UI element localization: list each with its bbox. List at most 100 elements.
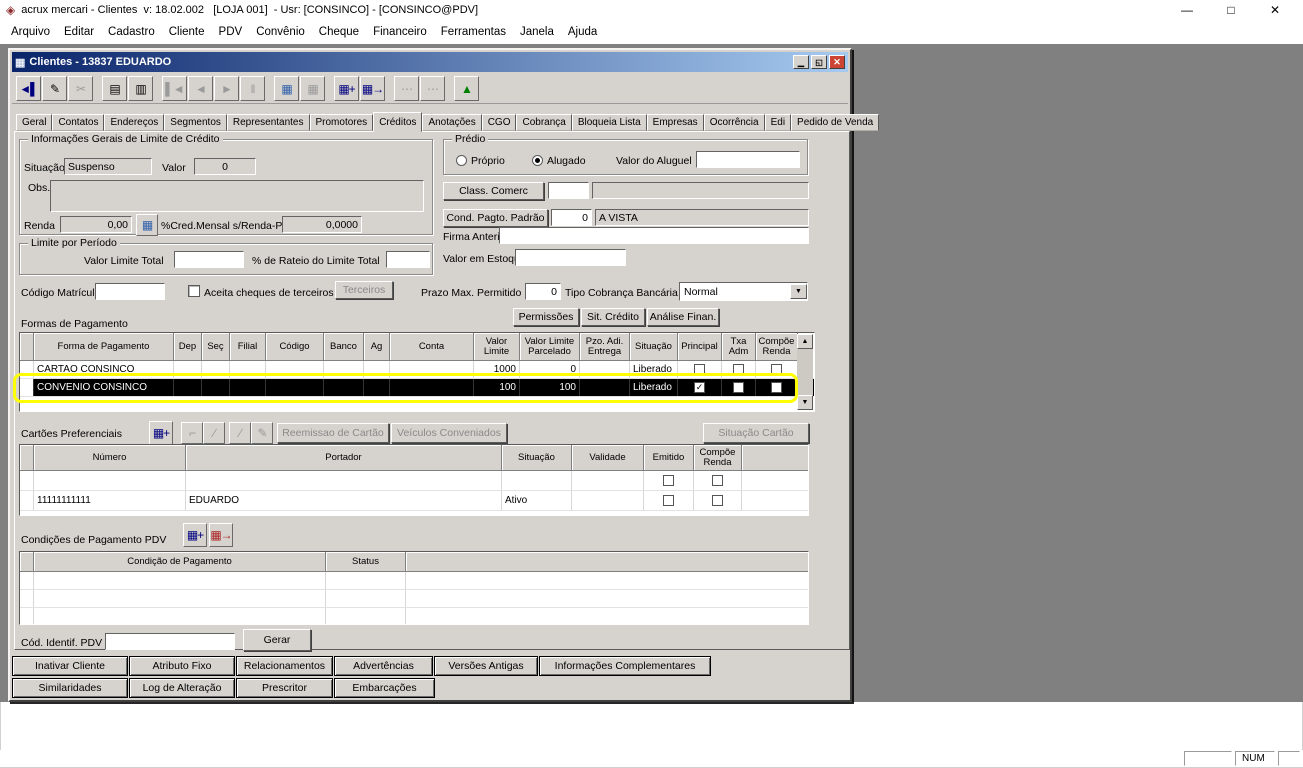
firma-anterior-field[interactable] bbox=[499, 227, 809, 244]
child-restore-button[interactable]: ◱ bbox=[811, 55, 827, 69]
advertencias-button[interactable]: Advertências bbox=[334, 656, 433, 676]
codigo-matricula-field[interactable] bbox=[95, 283, 165, 300]
cartoes-header-emitido[interactable]: Emitido bbox=[644, 445, 694, 471]
formas-header-filial[interactable]: Filial bbox=[230, 333, 266, 361]
toolbar-cut-button[interactable]: ✂ bbox=[68, 76, 93, 101]
tipo-cobranca-select[interactable]: Normal ▼ bbox=[679, 282, 808, 301]
clientes-window-titlebar[interactable]: ▦ Clientes - 13837 EDUARDO ▁ ◱ ✕ bbox=[12, 52, 848, 72]
toolbar-prior-record-button[interactable]: ◄ bbox=[188, 76, 213, 101]
tab-enderecos[interactable]: Endereços bbox=[104, 114, 164, 131]
obs-textarea[interactable] bbox=[50, 180, 424, 212]
similaridades-button[interactable]: Similaridades bbox=[12, 678, 128, 698]
toolbar-pause-button[interactable]: ‖ bbox=[240, 76, 265, 101]
valor-limite-field[interactable]: 0 bbox=[194, 158, 256, 175]
toolbar-exit-button[interactable]: ◄▌ bbox=[16, 76, 41, 101]
valor-aluguel-field[interactable] bbox=[696, 151, 800, 168]
condicoes-empty-row[interactable] bbox=[20, 590, 808, 608]
toolbar-post-record-button[interactable]: ▦→ bbox=[360, 76, 385, 101]
txa-adm-checkbox[interactable] bbox=[733, 364, 744, 375]
toolbar-grid-view-button[interactable]: ▦ bbox=[274, 76, 299, 101]
tab-creditos[interactable]: Créditos bbox=[373, 112, 422, 132]
prescritor-button[interactable]: Prescritor bbox=[236, 678, 333, 698]
formas-row[interactable]: CARTAO CONSINCO 1000 0 Liberado bbox=[20, 361, 814, 379]
condicoes-empty-row[interactable] bbox=[20, 608, 808, 625]
tab-pedido-de-venda[interactable]: Pedido de Venda bbox=[791, 114, 879, 131]
analise-finan-button[interactable]: Análise Finan. bbox=[647, 308, 719, 326]
gerar-button[interactable]: Gerar bbox=[243, 629, 311, 651]
app-titlebar[interactable]: ◈ acrux mercari - Clientes v: 18.02.002 … bbox=[0, 0, 1303, 20]
class-comerc-desc-field[interactable] bbox=[592, 182, 809, 199]
emitido-checkbox[interactable] bbox=[663, 495, 674, 506]
formas-header-banco[interactable]: Banco bbox=[324, 333, 364, 361]
menu-ajuda[interactable]: Ajuda bbox=[561, 22, 604, 42]
sit-credito-button[interactable]: Sit. Crédito bbox=[581, 308, 645, 326]
relacionamentos-button[interactable]: Relacionamentos bbox=[236, 656, 333, 676]
compoe-renda-checkbox[interactable] bbox=[771, 382, 782, 393]
chevron-down-icon[interactable]: ▼ bbox=[790, 284, 807, 299]
scrollbar-track[interactable] bbox=[797, 349, 813, 395]
app-minimize-button[interactable]: — bbox=[1165, 0, 1209, 20]
formas-header-pzo-adi-entrega[interactable]: Pzo. Adi. Entrega bbox=[580, 333, 630, 361]
tab-anotacoes[interactable]: Anotações bbox=[422, 114, 481, 131]
alugado-radio[interactable] bbox=[532, 155, 543, 166]
emitido-checkbox[interactable] bbox=[663, 475, 674, 486]
scroll-up-button[interactable]: ▲ bbox=[797, 334, 813, 349]
tab-promotores[interactable]: Promotores bbox=[310, 114, 374, 131]
renda-field[interactable]: 0,00 bbox=[60, 216, 132, 233]
toolbar-extra1-button[interactable]: ⋯ bbox=[394, 76, 419, 101]
renda-calc-button[interactable]: ▦ bbox=[136, 214, 158, 236]
tab-geral[interactable]: Geral bbox=[16, 114, 52, 131]
compoe-renda-checkbox[interactable] bbox=[712, 495, 723, 506]
menu-cadastro[interactable]: Cadastro bbox=[101, 22, 162, 42]
cartoes-header-validade[interactable]: Validade bbox=[572, 445, 644, 471]
toolbar-extra2-button[interactable]: ⋯ bbox=[420, 76, 445, 101]
compoe-renda-checkbox[interactable] bbox=[712, 475, 723, 486]
condicoes-header-condicao[interactable]: Condição de Pagamento bbox=[34, 552, 326, 572]
versoes-antigas-button[interactable]: Versões Antigas bbox=[434, 656, 538, 676]
formas-header-valor-limite-parcelado[interactable]: Valor Limite Parcelado bbox=[520, 333, 580, 361]
tab-representantes[interactable]: Representantes bbox=[227, 114, 310, 131]
cartoes-header-situacao[interactable]: Situação bbox=[502, 445, 572, 471]
tab-bloqueia-lista[interactable]: Bloqueia Lista bbox=[572, 114, 647, 131]
class-comerc-button[interactable]: Class. Comerc bbox=[443, 182, 544, 200]
atributo-fixo-button[interactable]: Atributo Fixo bbox=[129, 656, 235, 676]
principal-checkbox[interactable]: ✓ bbox=[694, 382, 705, 393]
app-maximize-button[interactable]: □ bbox=[1209, 0, 1253, 20]
tab-ocorrencia[interactable]: Ocorrência bbox=[704, 114, 765, 131]
tab-cobranca[interactable]: Cobrança bbox=[516, 114, 571, 131]
cards-edit-button[interactable]: ✎ bbox=[251, 422, 273, 444]
cards-tool1-button[interactable]: ⌐ bbox=[181, 422, 203, 444]
formas-header-principal[interactable]: Principal bbox=[678, 333, 722, 361]
txa-adm-checkbox[interactable] bbox=[733, 382, 744, 393]
condicoes-empty-row[interactable] bbox=[20, 572, 808, 590]
menu-pdv[interactable]: PDV bbox=[212, 22, 250, 42]
toolbar-first-record-button[interactable]: ▌◄ bbox=[162, 76, 187, 101]
cartoes-header-portador[interactable]: Portador bbox=[186, 445, 502, 471]
cred-mensal-field[interactable]: 0,0000 bbox=[282, 216, 362, 233]
valor-estoque-field[interactable] bbox=[515, 249, 626, 266]
menu-convenio[interactable]: Convênio bbox=[249, 22, 312, 42]
rateio-limite-field[interactable] bbox=[386, 251, 430, 268]
cartoes-header-numero[interactable]: Número bbox=[34, 445, 186, 471]
toolbar-edit-button[interactable]: ✎ bbox=[42, 76, 67, 101]
cartoes-header-compoe-renda[interactable]: Compõe Renda bbox=[694, 445, 742, 471]
condicoes-header-status[interactable]: Status bbox=[326, 552, 406, 572]
log-de-alteracao-button[interactable]: Log de Alteração bbox=[129, 678, 235, 698]
tab-empresas[interactable]: Empresas bbox=[647, 114, 704, 131]
tab-contatos[interactable]: Contatos bbox=[52, 114, 104, 131]
menu-financeiro[interactable]: Financeiro bbox=[366, 22, 434, 42]
cards-tool3-button[interactable]: ∕ bbox=[229, 422, 251, 444]
scroll-down-button[interactable]: ▼ bbox=[797, 395, 813, 410]
formas-header-compoe-renda[interactable]: Compõe Renda bbox=[756, 333, 798, 361]
situacao-cartao-button[interactable]: Situação Cartão bbox=[703, 423, 809, 443]
formas-header-valor-limite[interactable]: Valor Limite bbox=[474, 333, 520, 361]
toolbar-print-button[interactable]: ▥ bbox=[128, 76, 153, 101]
aceita-cheques-checkbox[interactable] bbox=[188, 285, 200, 297]
veiculos-conveniados-button[interactable]: Veículos Conveniados bbox=[391, 423, 507, 443]
formas-scrollbar[interactable]: ▲ ▼ bbox=[797, 334, 813, 410]
child-close-button[interactable]: ✕ bbox=[829, 55, 845, 69]
formas-header-sec[interactable]: Seç bbox=[202, 333, 230, 361]
proprio-radio[interactable] bbox=[456, 155, 467, 166]
app-close-button[interactable]: ✕ bbox=[1253, 0, 1297, 20]
cond-pagto-desc-field[interactable]: A VISTA bbox=[595, 209, 809, 226]
